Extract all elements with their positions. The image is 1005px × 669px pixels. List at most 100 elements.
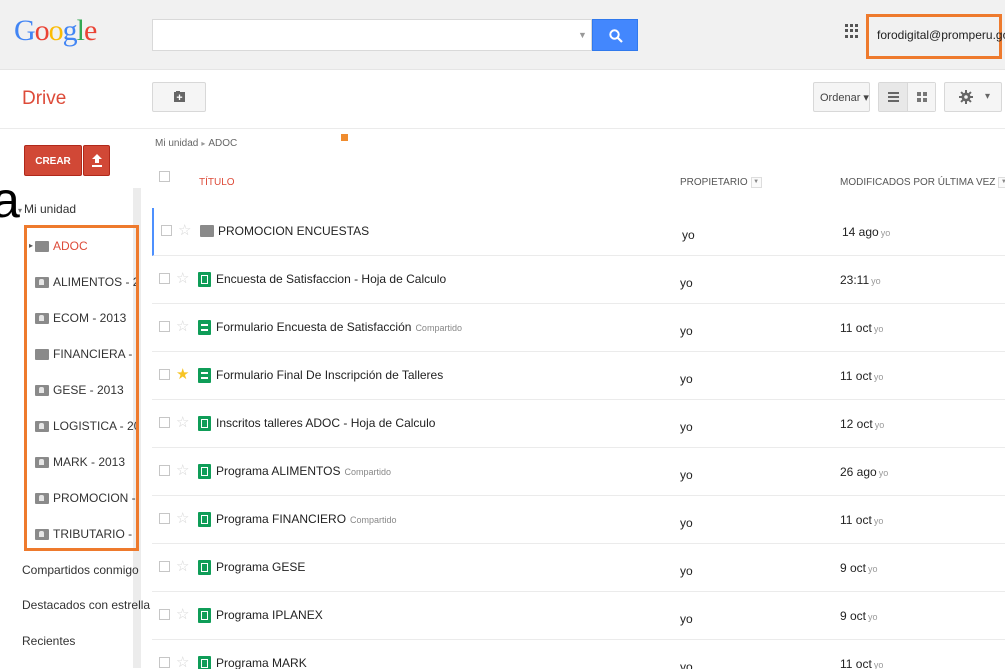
sidebar-folder-adoc[interactable]: ▸ ADOC (29, 236, 136, 256)
star-icon[interactable]: ☆ (176, 413, 189, 431)
account-email: forodigital@promperu.gob.pe (877, 28, 1005, 42)
table-row[interactable]: ☆ Programa GESE yo 9 oct yo (152, 544, 1005, 592)
apps-grid-icon[interactable] (845, 24, 859, 38)
table-row[interactable]: ☆ Programa ALIMENTOS Compartido yo 26 ago yo (152, 448, 1005, 496)
account-highlight[interactable]: forodigital@promperu.gob.pe (866, 14, 1005, 59)
row-checkbox[interactable] (159, 513, 170, 524)
file-name[interactable]: Inscritos talleres ADOC - Hoja de Calcul… (216, 416, 435, 430)
expand-triangle-icon[interactable]: ▸ (29, 241, 33, 250)
star-icon[interactable]: ☆ (176, 557, 189, 575)
table-row[interactable]: ★ Formulario Final De Inscripción de Tall… (152, 352, 1005, 400)
row-checkbox[interactable] (159, 609, 170, 620)
sidebar-item-recent[interactable]: Recientes (22, 634, 75, 648)
modified-date: 12 oct (840, 417, 873, 431)
star-icon[interactable]: ☆ (176, 509, 189, 527)
sidebar-folder-logistica[interactable]: LOGISTICA - 2013 (35, 416, 136, 436)
file-owner: yo (680, 420, 693, 434)
file-name[interactable]: Encuesta de Satisfaccion - Hoja de Calcu… (216, 272, 446, 286)
upload-button[interactable] (83, 145, 110, 176)
drive-title[interactable]: Drive (22, 88, 66, 110)
row-checkbox[interactable] (159, 417, 170, 428)
sidebar-item-starred[interactable]: Destacados con estrella (22, 598, 150, 612)
breadcrumb-root[interactable]: Mi unidad (155, 138, 198, 149)
search-input[interactable] (152, 19, 592, 51)
new-folder-button[interactable] (152, 82, 206, 112)
file-modified: 9 oct yo (840, 561, 878, 575)
row-checkbox[interactable] (159, 561, 170, 572)
file-name-text: PROMOCION ENCUESTAS (218, 224, 370, 238)
table-row[interactable]: ☆ Programa MARK yo 11 oct yo (152, 640, 1005, 669)
upload-icon (92, 154, 102, 167)
sidebar-folder-alimentos[interactable]: ALIMENTOS - 201 (35, 272, 136, 292)
sort-arrow-icon[interactable]: ▼ (750, 177, 762, 188)
spreadsheet-icon (198, 416, 211, 431)
search-button[interactable] (592, 19, 638, 51)
shared-badge: Compartido (350, 515, 397, 525)
table-row[interactable]: ☆ PROMOCION ENCUESTAS yo 14 ago yo (152, 208, 1005, 256)
sort-arrow-icon[interactable]: ▼ (998, 177, 1005, 188)
star-icon[interactable]: ☆ (176, 461, 189, 479)
file-name[interactable]: Formulario Encuesta de Satisfacción Compa… (216, 320, 462, 334)
folder-label: MARK - 2013 (53, 455, 126, 469)
file-name-text: Programa ALIMENTOS (216, 464, 341, 478)
star-icon[interactable]: ☆ (176, 317, 189, 335)
row-checkbox[interactable] (161, 225, 172, 236)
file-modified: 11 oct yo (840, 321, 883, 335)
sidebar-item-shared-with-me[interactable]: Compartidos conmigo (22, 563, 139, 577)
file-owner: yo (680, 516, 693, 530)
search-options-dropdown[interactable]: ▼ (578, 30, 587, 40)
file-modified: 11 oct yo (840, 513, 883, 527)
sidebar-folder-gese[interactable]: GESE - 2013 (35, 380, 136, 400)
settings-button[interactable]: ▾ (944, 82, 1002, 112)
logo-letter: o (34, 14, 50, 47)
table-row[interactable]: ☆ Formulario Encuesta de Satisfacción Comp… (152, 304, 1005, 352)
gear-icon (959, 90, 973, 104)
row-checkbox[interactable] (159, 273, 170, 284)
sidebar-item-my-drive[interactable]: ▾ Mi unidad (18, 202, 76, 216)
star-icon[interactable]: ★ (176, 365, 189, 383)
table-row[interactable]: ☆ Programa FINANCIERO Compartido yo 11 oct yo (152, 496, 1005, 544)
star-icon[interactable]: ☆ (176, 605, 189, 623)
column-modified[interactable]: MODIFICADOS POR ÚLTIMA VEZ ▼ (840, 177, 1005, 188)
column-owner[interactable]: PROPIETARIO ▼ (680, 177, 762, 188)
modified-by: yo (873, 372, 884, 382)
grid-view-button[interactable] (907, 83, 935, 111)
sidebar-folder-promocion[interactable]: PROMOCION - 20 (35, 488, 136, 508)
table-row[interactable]: ☆ Encuesta de Satisfaccion - Hoja de Calc… (152, 256, 1005, 304)
file-name[interactable]: Programa GESE (216, 560, 305, 574)
sidebar-folder-mark[interactable]: MARK - 2013 (35, 452, 136, 472)
row-checkbox[interactable] (159, 657, 170, 668)
list-view-button[interactable] (879, 83, 908, 111)
file-name[interactable]: PROMOCION ENCUESTAS (218, 224, 369, 238)
file-name[interactable]: Programa ALIMENTOS Compartido (216, 464, 391, 478)
breadcrumb: Mi unidad ▸ ADOC (155, 138, 237, 149)
google-logo[interactable]: Google (14, 14, 97, 48)
modified-date: 9 oct (840, 561, 867, 575)
shared-folder-icon (35, 420, 49, 432)
sidebar-folder-ecom[interactable]: ECOM - 2013 (35, 308, 136, 328)
column-title[interactable]: TÍTULO (199, 177, 235, 188)
file-name[interactable]: Programa MARK (216, 656, 307, 669)
shared-folder-icon (35, 492, 49, 504)
sort-button[interactable]: Ordenar ▾ (813, 82, 870, 112)
create-button[interactable]: CREAR (24, 145, 82, 176)
file-name[interactable]: Formulario Final De Inscripción de Talle… (216, 368, 443, 382)
file-name[interactable]: Programa IPLANEX (216, 608, 323, 622)
select-all-checkbox[interactable] (159, 171, 170, 182)
star-icon[interactable]: ☆ (176, 653, 189, 669)
sidebar-folder-tributario[interactable]: TRIBUTARIO - 201 (35, 524, 136, 544)
file-name-text: Programa FINANCIERO (216, 512, 347, 526)
row-checkbox[interactable] (159, 321, 170, 332)
table-row[interactable]: ☆ Inscritos talleres ADOC - Hoja de Calcu… (152, 400, 1005, 448)
row-checkbox[interactable] (159, 369, 170, 380)
row-checkbox[interactable] (159, 465, 170, 476)
sidebar-folder-financiera[interactable]: FINANCIERA - 20 (35, 344, 136, 364)
shared-folder-icon (35, 276, 49, 288)
spreadsheet-icon (198, 560, 211, 575)
star-icon[interactable]: ☆ (176, 269, 189, 287)
table-row[interactable]: ☆ Programa IPLANEX yo 9 oct yo (152, 592, 1005, 640)
file-name-text: Programa MARK (216, 656, 307, 669)
file-name[interactable]: Programa FINANCIERO Compartido (216, 512, 397, 526)
star-icon[interactable]: ☆ (178, 221, 191, 239)
file-owner: yo (680, 324, 693, 338)
